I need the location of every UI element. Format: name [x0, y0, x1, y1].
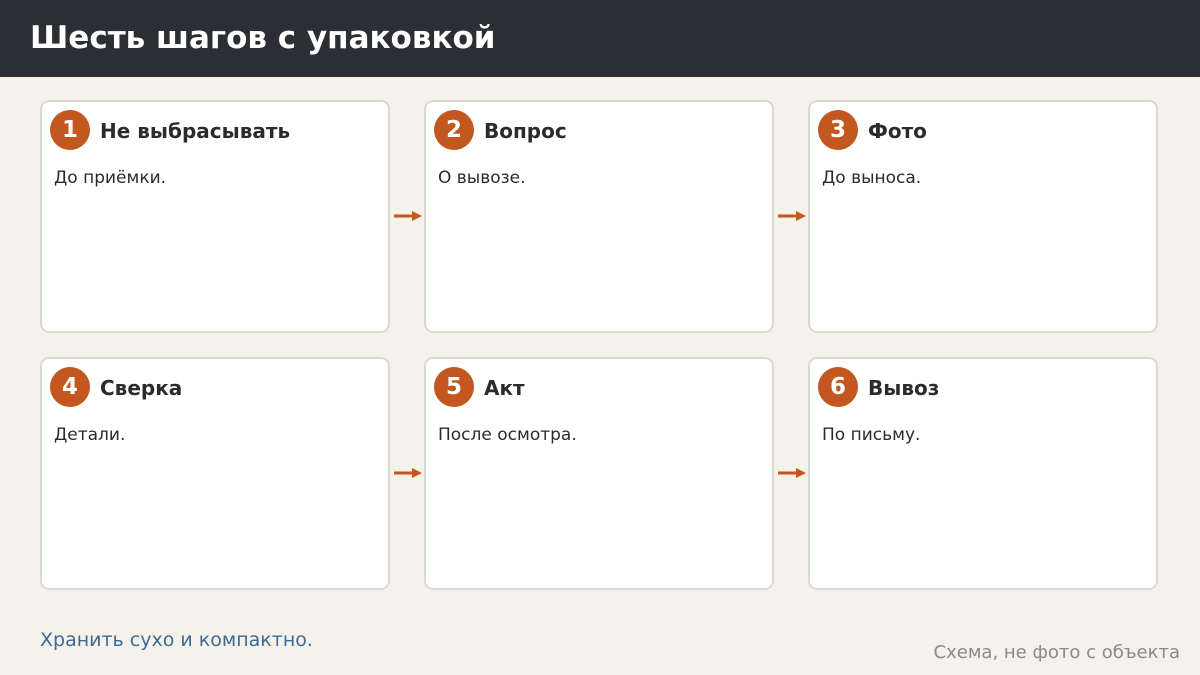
step-number-badge: 4	[50, 367, 90, 407]
step-title: Вывоз	[868, 376, 940, 400]
step-number-badge: 2	[434, 110, 474, 150]
page-title: Шесть шагов с упаковкой	[30, 20, 496, 56]
step-number-badge: 6	[818, 367, 858, 407]
step-description: Детали.	[54, 425, 126, 445]
step-title: Фото	[868, 119, 927, 143]
step-description: До приёмки.	[54, 168, 167, 188]
step-number-badge: 5	[434, 367, 474, 407]
arrow-right-icon	[777, 466, 807, 480]
step-card-4: 4 Сверка Детали.	[40, 357, 390, 590]
step-card-1: 1 Не выбрасывать До приёмки.	[40, 100, 390, 333]
step-title: Акт	[484, 376, 525, 400]
arrow-right-icon	[393, 466, 423, 480]
step-number-badge: 3	[818, 110, 858, 150]
arrow-right-icon	[393, 209, 423, 223]
step-title: Вопрос	[484, 119, 567, 143]
step-number-badge: 1	[50, 110, 90, 150]
arrow-right-icon	[777, 209, 807, 223]
step-description: После осмотра.	[438, 425, 577, 445]
header-bar: Шесть шагов с упаковкой	[0, 0, 1200, 77]
step-title: Сверка	[100, 376, 183, 400]
step-card-2: 2 Вопрос О вывозе.	[424, 100, 774, 333]
step-description: По письму.	[822, 425, 921, 445]
schema-caption: Схема, не фото с объекта	[933, 642, 1180, 663]
step-description: До выноса.	[822, 168, 922, 188]
step-title: Не выбрасывать	[100, 119, 291, 143]
storage-note: Хранить сухо и компактно.	[40, 629, 313, 651]
step-card-5: 5 Акт После осмотра.	[424, 357, 774, 590]
step-card-3: 3 Фото До выноса.	[808, 100, 1158, 333]
step-card-6: 6 Вывоз По письму.	[808, 357, 1158, 590]
step-description: О вывозе.	[438, 168, 526, 188]
